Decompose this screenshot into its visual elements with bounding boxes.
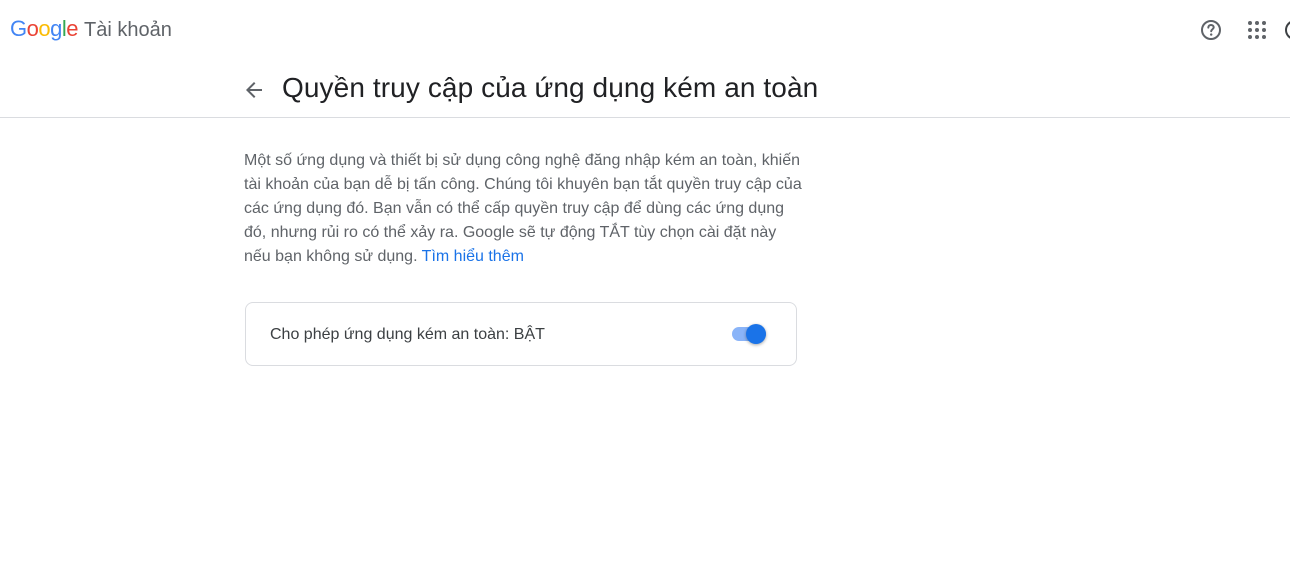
top-bar: Google Tài khoản bbox=[0, 0, 1290, 62]
logo-letter: o bbox=[26, 16, 39, 41]
logo-letter: o bbox=[38, 16, 51, 41]
learn-more-link[interactable]: Tìm hiểu thêm bbox=[422, 248, 524, 265]
less-secure-apps-setting-card: Cho phép ứng dụng kém an toàn: BẬT bbox=[245, 302, 797, 366]
apps-grid-icon[interactable] bbox=[1245, 18, 1269, 42]
toggle-thumb bbox=[746, 324, 766, 344]
back-button[interactable] bbox=[242, 78, 266, 102]
arrow-back-icon bbox=[246, 82, 262, 98]
brand[interactable]: Google Tài khoản bbox=[10, 16, 172, 42]
product-name[interactable]: Tài khoản bbox=[84, 19, 172, 42]
logo-letter: G bbox=[10, 16, 27, 41]
logo-letter: g bbox=[50, 16, 62, 41]
description-text: Một số ứng dụng và thiết bị sử dụng công… bbox=[244, 149, 804, 269]
page-title: Quyền truy cập của ứng dụng kém an toàn bbox=[282, 72, 819, 103]
setting-label: Cho phép ứng dụng kém an toàn: BẬT bbox=[270, 326, 545, 343]
logo-letter: e bbox=[66, 16, 79, 41]
google-logo[interactable]: Google bbox=[10, 16, 79, 42]
avatar[interactable] bbox=[1285, 20, 1290, 40]
allow-less-secure-apps-toggle[interactable] bbox=[730, 322, 770, 346]
help-icon[interactable] bbox=[1199, 18, 1223, 42]
page-header: Quyền truy cập của ứng dụng kém an toàn bbox=[0, 62, 1290, 118]
